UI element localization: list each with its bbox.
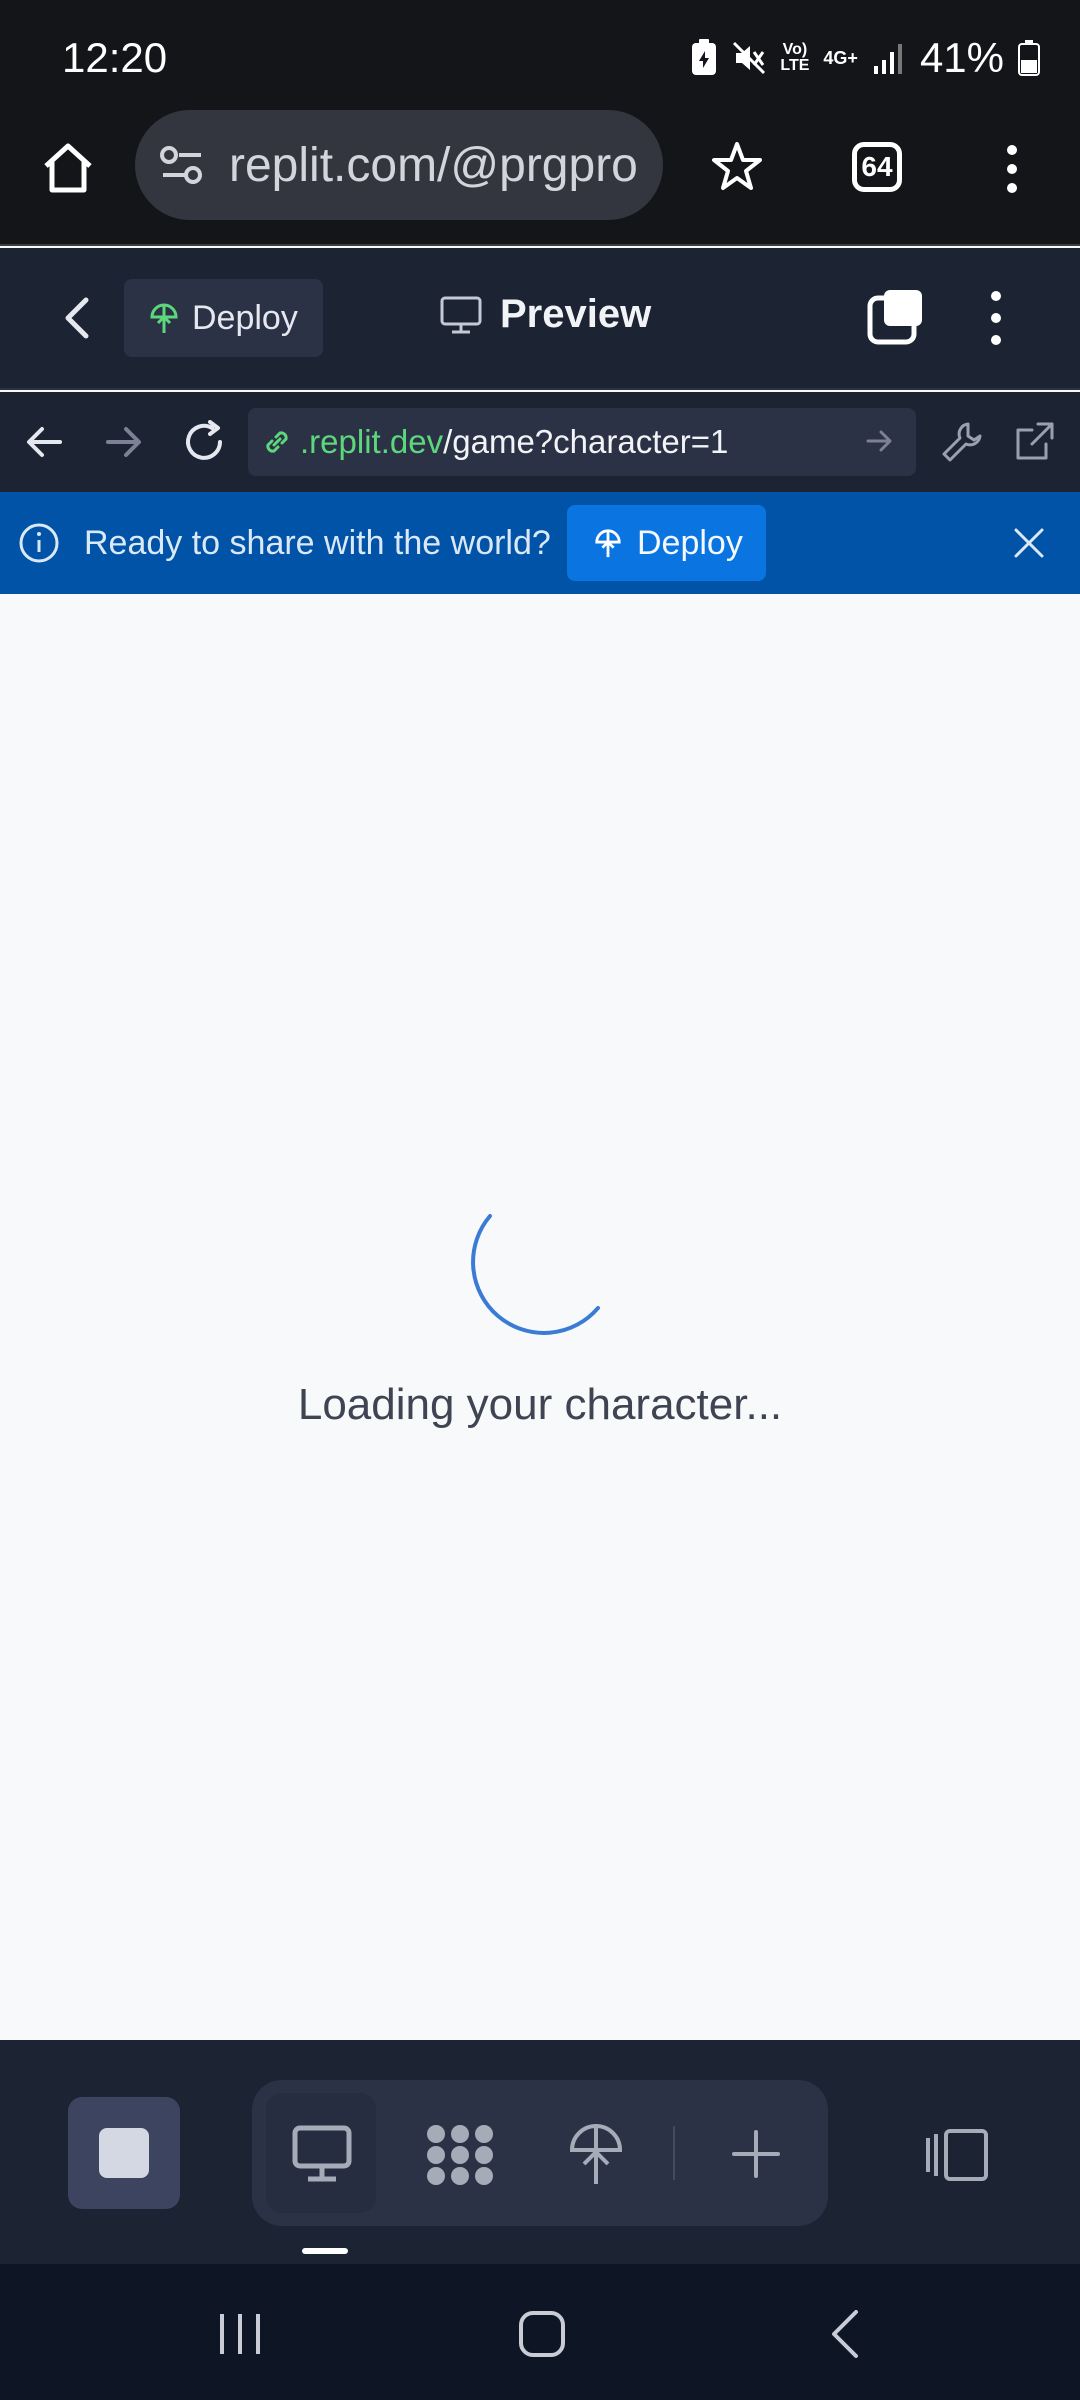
divider [673,2126,675,2180]
arrow-left-icon[interactable] [24,424,64,460]
deploy-button[interactable]: Deploy [124,279,323,357]
deploy-icon [148,301,180,335]
refresh-icon[interactable] [182,420,226,464]
browser-toolbar: replit.com/@prgpro 64 [0,110,1080,246]
url-path: /game?character=1 [443,423,729,460]
banner-deploy-button[interactable]: Deploy [567,505,766,581]
preview-content: Loading your character... [0,594,1080,2040]
site-settings-icon[interactable] [159,145,205,185]
console-icon[interactable] [424,2122,496,2188]
external-link-icon[interactable] [1012,420,1056,464]
url-text: replit.com/@prgpro [229,138,638,192]
banner-message: Ready to share with the world? [84,524,551,562]
address-bar[interactable]: replit.com/@prgpro [135,110,663,220]
more-icon[interactable] [1000,144,1024,194]
status-bar: 12:20 Vo) LTE 4G+ 41% [0,0,1080,110]
close-icon[interactable] [1012,526,1046,560]
active-indicator [302,2248,348,2254]
battery-icon [1018,40,1040,76]
status-icons: Vo) LTE 4G+ 41% [690,34,1040,82]
mute-icon [732,41,766,75]
system-nav-bar [0,2264,1080,2400]
recent-apps-icon[interactable] [216,2312,264,2356]
replit-header: Deploy Preview [0,248,1080,390]
monitor-icon [292,2125,352,2183]
preview-nav-bar: .replit.dev/game?character=1 [0,392,1080,492]
signal-icon [872,42,906,74]
preview-tool-button[interactable] [266,2093,376,2213]
tool-group [252,2080,828,2226]
monitor-icon [440,296,482,334]
status-time: 12:20 [62,34,168,81]
panel-icon[interactable] [924,2128,990,2182]
preview-tab[interactable]: Preview [440,292,651,337]
loading-text: Loading your character... [297,1380,783,1429]
bottom-toolbar [0,2040,1080,2264]
banner-deploy-label: Deploy [637,523,743,562]
back-chevron-icon[interactable] [62,296,92,340]
link-icon [260,425,294,459]
window-icon[interactable] [866,288,926,346]
battery-percent: 41% [919,34,1004,81]
deploy-banner: Ready to share with the world? Deploy [0,492,1080,594]
deploy-icon[interactable] [568,2120,624,2188]
deploy-icon [593,527,623,559]
preview-url-field[interactable]: .replit.dev/game?character=1 [248,408,916,476]
deploy-label: Deploy [192,298,298,337]
info-icon [18,522,60,564]
spinner-icon [470,1206,610,1346]
battery-saver-icon [690,39,718,77]
wrench-icon[interactable] [940,420,984,464]
network-4g-icon: 4G+ [823,47,858,68]
preview-label: Preview [500,292,652,336]
go-arrow-icon[interactable] [864,426,894,456]
stop-icon [99,2128,149,2178]
stop-button[interactable] [68,2097,180,2209]
plus-icon[interactable] [730,2128,782,2180]
home-icon[interactable] [40,140,96,196]
home-nav-icon[interactable] [518,2310,566,2358]
volte-icon: Vo) LTE [780,41,810,74]
back-nav-icon[interactable] [828,2308,862,2360]
more-icon[interactable] [984,290,1008,346]
arrow-right-icon[interactable] [104,424,144,460]
star-icon[interactable] [710,140,764,194]
tabs-icon[interactable]: 64 [852,142,902,192]
url-domain: .replit.dev [300,423,444,460]
